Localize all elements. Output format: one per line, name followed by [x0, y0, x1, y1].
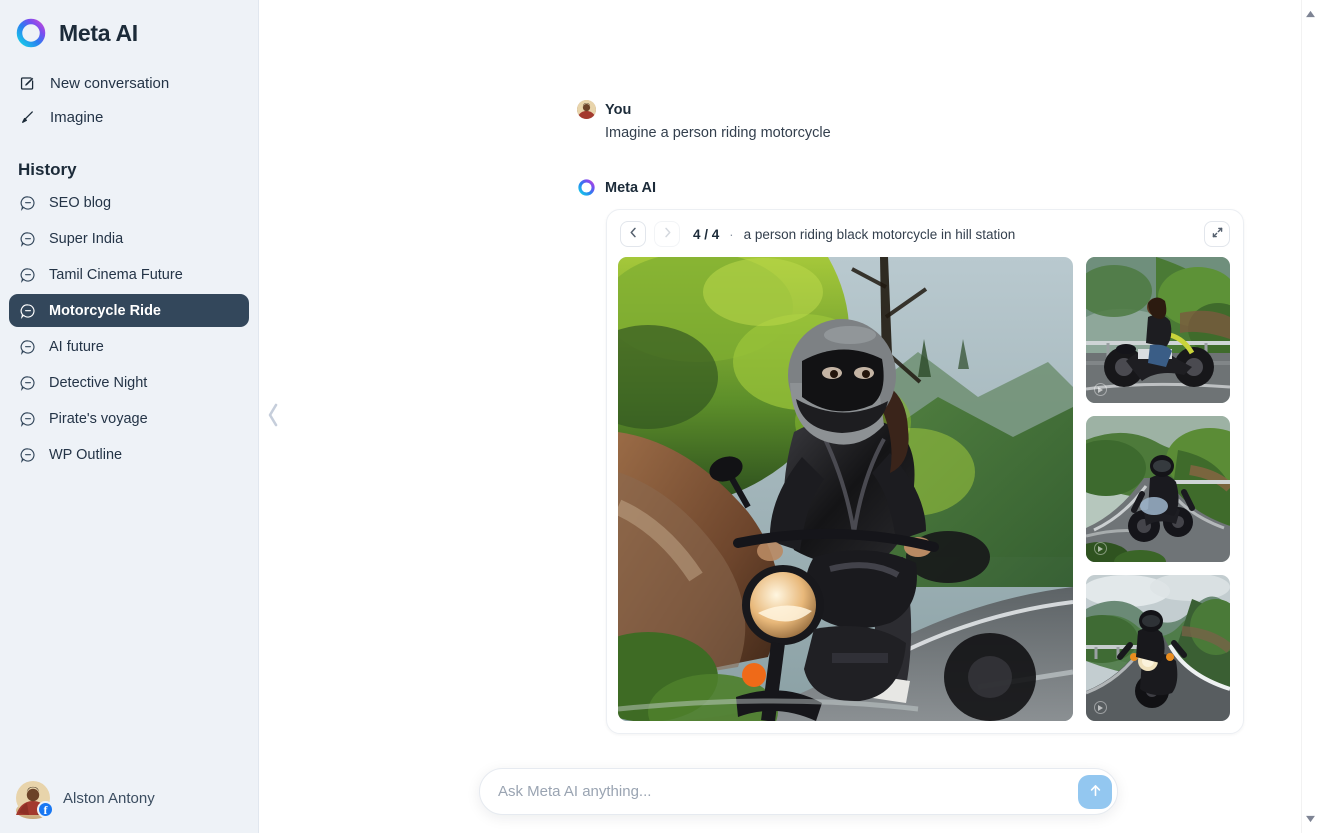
edit-square-icon [18, 74, 36, 92]
triangle-down-icon [1305, 815, 1315, 823]
chevron-left-icon [266, 402, 280, 433]
expand-diagonal-icon [1211, 226, 1224, 242]
meta-ai-watermark-icon [1094, 542, 1107, 556]
gallery-main-image[interactable] [618, 257, 1073, 722]
scroll-up-button[interactable] [1305, 5, 1316, 23]
sidebar-item-new-conversation[interactable]: New conversation [10, 66, 248, 100]
avatar: f [16, 781, 54, 819]
meta-ai-watermark-icon [1094, 701, 1107, 715]
sidebar-collapse-button[interactable] [262, 398, 284, 436]
scroll-down-button[interactable] [1305, 810, 1316, 828]
chat-input[interactable] [498, 783, 1078, 800]
gallery-thumbnail-3[interactable] [1086, 575, 1230, 722]
brand: Meta AI [0, 0, 258, 62]
sidebar-item-label: Super India [49, 230, 124, 247]
user-message-text: Imagine a person riding motorcycle [605, 125, 831, 141]
sidebar-item-label: New conversation [50, 74, 170, 92]
paintbrush-icon [18, 108, 36, 126]
gallery-separator: · [729, 226, 734, 242]
chat-bubble-icon [19, 230, 36, 247]
user-message-header: You [577, 100, 1259, 119]
chevron-right-icon [661, 226, 674, 242]
meta-ai-ring-logo-icon [14, 16, 48, 50]
chat-bubble-icon [19, 266, 36, 283]
sidebar-item-super-india[interactable]: Super India [9, 222, 249, 255]
sidebar-item-label: AI future [49, 338, 104, 355]
ai-message-header: Meta AI [577, 178, 1259, 197]
sidebar-item-label: WP Outline [49, 446, 123, 463]
gallery-prev-button[interactable] [620, 221, 646, 248]
history-list: SEO blog Super India Tamil Cinema Future… [0, 186, 258, 474]
gallery-thumbnail-list [1086, 257, 1230, 722]
sidebar: Meta AI New conversation Imagine History… [0, 0, 259, 833]
sidebar-item-wp-outline[interactable]: WP Outline [9, 438, 249, 471]
gallery-thumbnail-2[interactable] [1086, 416, 1230, 563]
ai-message: Meta AI [259, 178, 1259, 197]
user-message: You Imagine a person riding motorcycle [259, 100, 1259, 144]
sidebar-item-label: Detective Night [49, 374, 148, 391]
sidebar-item-motorcycle-ride[interactable]: Motorcycle Ride [9, 294, 249, 327]
chat-bubble-icon [19, 338, 36, 355]
app-root: Meta AI New conversation Imagine History… [0, 0, 1318, 833]
arrow-up-icon [1087, 782, 1104, 802]
image-gallery-card: 4 / 4 · a person riding black motorcycle… [606, 209, 1244, 735]
page-scrollbar[interactable] [1301, 0, 1318, 833]
meta-ai-watermark-icon [1094, 383, 1107, 397]
send-button[interactable] [1078, 774, 1112, 809]
sidebar-item-label: Pirate's voyage [49, 410, 148, 427]
chat-bubble-icon [19, 446, 36, 463]
chat-bubble-icon [19, 194, 36, 211]
chevron-left-icon [627, 226, 640, 242]
sidebar-item-pirates-voyage[interactable]: Pirate's voyage [9, 402, 249, 435]
sidebar-item-detective-night[interactable]: Detective Night [9, 366, 249, 399]
sidebar-item-label: Motorcycle Ride [49, 302, 161, 319]
sidebar-item-ai-future[interactable]: AI future [9, 330, 249, 363]
sidebar-item-tamil-cinema-future[interactable]: Tamil Cinema Future [9, 258, 249, 291]
primary-nav: New conversation Imagine [0, 62, 258, 134]
gallery-counter: 4 / 4 [693, 226, 720, 242]
chat-bubble-icon [19, 302, 36, 319]
sidebar-item-imagine[interactable]: Imagine [10, 100, 248, 134]
facebook-badge-icon: f [37, 801, 54, 818]
gallery-thumbnail-1[interactable] [1086, 257, 1230, 404]
sidebar-item-label: Imagine [50, 108, 104, 126]
sidebar-item-label: SEO blog [49, 194, 112, 211]
history-heading: History [18, 160, 77, 179]
brand-title: Meta AI [59, 19, 138, 46]
main-content: You Imagine a person riding motorcycle M… [259, 0, 1318, 833]
chat-bubble-icon [19, 374, 36, 391]
sidebar-item-seo-blog[interactable]: SEO blog [9, 186, 249, 219]
composer-area [259, 768, 1318, 833]
triangle-up-icon [1305, 10, 1315, 18]
profile-name: Alston Antony [63, 789, 155, 807]
gallery-header: 4 / 4 · a person riding black motorcycle… [618, 221, 1232, 257]
gallery-prompt-text: a person riding black motorcycle in hill… [743, 226, 1016, 242]
gallery-next-button[interactable] [654, 221, 680, 248]
composer [479, 768, 1118, 815]
meta-ai-ring-logo-icon [577, 178, 596, 197]
conversation-thread: You Imagine a person riding motorcycle M… [259, 0, 1318, 735]
gallery-body [618, 257, 1232, 722]
gallery-expand-button[interactable] [1204, 221, 1230, 248]
chat-bubble-icon [19, 410, 36, 427]
user-profile[interactable]: f Alston Antony [0, 767, 258, 833]
sidebar-item-label: Tamil Cinema Future [49, 266, 183, 283]
user-message-author: You [605, 101, 632, 118]
user-avatar [577, 100, 596, 119]
ai-message-author: Meta AI [605, 179, 657, 196]
